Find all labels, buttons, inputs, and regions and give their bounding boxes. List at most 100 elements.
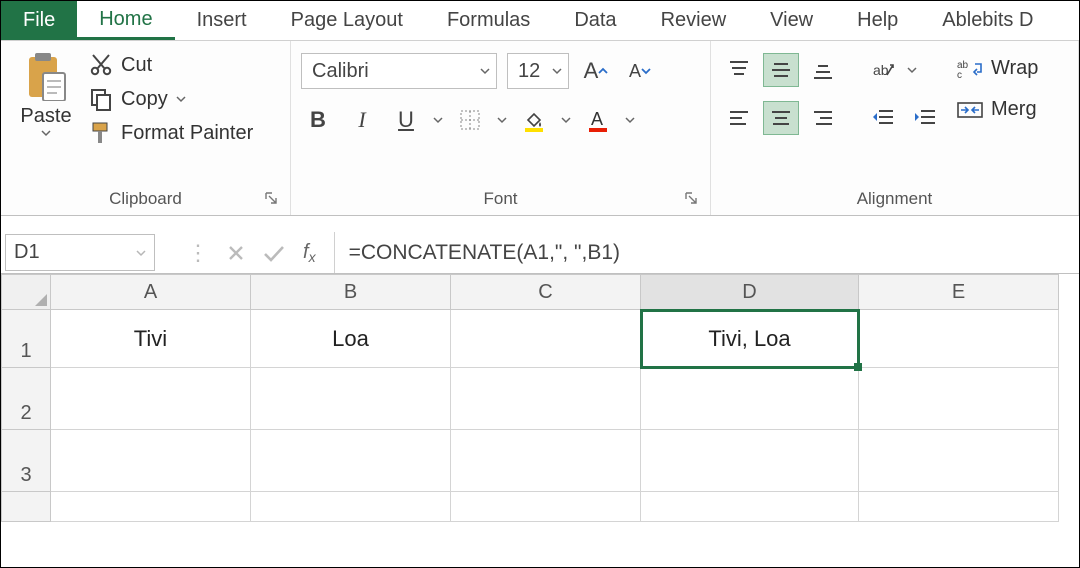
increase-font-button[interactable]: A	[579, 54, 613, 88]
cell-e2[interactable]	[859, 368, 1059, 430]
cell-d4[interactable]	[641, 492, 859, 522]
cell-a3[interactable]	[51, 430, 251, 492]
cut-label: Cut	[121, 54, 152, 77]
fill-color-button[interactable]	[517, 103, 551, 137]
clipboard-group-text: Clipboard	[109, 189, 182, 208]
formula-bar-input[interactable]: =CONCATENATE(A1,", ",B1)	[334, 232, 1079, 273]
tab-data[interactable]: Data	[552, 1, 638, 40]
formula-value: =CONCATENATE(A1,", ",B1)	[349, 241, 620, 265]
cell-d2[interactable]	[641, 368, 859, 430]
font-name-value: Calibri	[312, 60, 369, 83]
cell-e1[interactable]	[859, 310, 1059, 368]
decrease-font-button[interactable]: A	[623, 54, 657, 88]
row-header-2[interactable]: 2	[1, 368, 51, 430]
svg-text:c: c	[957, 70, 962, 80]
cell-c4[interactable]	[451, 492, 641, 522]
cell-a4[interactable]	[51, 492, 251, 522]
cell-d3[interactable]	[641, 430, 859, 492]
format-painter-button[interactable]: Format Painter	[89, 121, 253, 145]
fill-dropdown-icon[interactable]	[561, 115, 571, 125]
insert-function-button[interactable]: fx	[295, 241, 324, 264]
row-header-4[interactable]	[1, 492, 51, 522]
name-box[interactable]: D1	[5, 234, 155, 271]
name-box-dropdown-icon[interactable]	[136, 248, 146, 258]
cell-c2[interactable]	[451, 368, 641, 430]
tab-formulas[interactable]: Formulas	[425, 1, 552, 40]
cut-button[interactable]: Cut	[89, 53, 253, 77]
cell-a2[interactable]	[51, 368, 251, 430]
align-middle-button[interactable]	[763, 53, 799, 87]
decrease-indent-button[interactable]	[865, 101, 901, 135]
font-size-combo[interactable]: 12	[507, 53, 569, 89]
align-center-button[interactable]	[763, 101, 799, 135]
tab-home[interactable]: Home	[77, 1, 174, 40]
cell-b3[interactable]	[251, 430, 451, 492]
merge-icon	[957, 99, 983, 121]
formula-bar-buttons: ⋮ fx	[171, 232, 334, 273]
cancel-formula-button[interactable]	[219, 236, 253, 270]
tab-view[interactable]: View	[748, 1, 835, 40]
cell-a1[interactable]: Tivi	[51, 310, 251, 368]
col-header-d[interactable]: D	[641, 274, 859, 310]
format-painter-label: Format Painter	[121, 122, 253, 145]
col-header-e[interactable]: E	[859, 274, 1059, 310]
underline-dropdown-icon[interactable]	[433, 115, 443, 125]
underline-button[interactable]: U	[389, 103, 423, 137]
tab-ablebits[interactable]: Ablebits D	[920, 1, 1055, 40]
borders-button[interactable]	[453, 103, 487, 137]
increase-indent-button[interactable]	[907, 101, 943, 135]
select-all-corner[interactable]	[1, 274, 51, 310]
font-color-dropdown-icon[interactable]	[625, 115, 635, 125]
align-right-button[interactable]	[805, 101, 841, 135]
cell-c3[interactable]	[451, 430, 641, 492]
paste-dropdown-icon[interactable]	[41, 128, 51, 138]
tab-file[interactable]: File	[1, 1, 77, 40]
enter-formula-button[interactable]	[257, 236, 291, 270]
tab-page-layout[interactable]: Page Layout	[269, 1, 425, 40]
copy-button[interactable]: Copy	[89, 87, 253, 111]
borders-dropdown-icon[interactable]	[497, 115, 507, 125]
tab-insert[interactable]: Insert	[175, 1, 269, 40]
clipboard-dialog-launcher-icon[interactable]	[264, 191, 278, 205]
font-group-label: Font	[301, 187, 700, 213]
align-top-button[interactable]	[721, 53, 757, 87]
cell-d1[interactable]: Tivi, Loa	[641, 310, 859, 368]
italic-button[interactable]: I	[345, 103, 379, 137]
wrap-text-button[interactable]: abc Wrap	[957, 57, 1038, 80]
group-clipboard: Paste Cut Copy Format Painter	[1, 41, 291, 215]
merge-label: Merg	[991, 98, 1037, 121]
font-name-combo[interactable]: Calibri	[301, 53, 497, 89]
cell-b4[interactable]	[251, 492, 451, 522]
col-header-c[interactable]: C	[451, 274, 641, 310]
tab-help[interactable]: Help	[835, 1, 920, 40]
col-header-b[interactable]: B	[251, 274, 451, 310]
cell-c1[interactable]	[451, 310, 641, 368]
copy-dropdown-icon[interactable]	[176, 94, 186, 104]
row-header-3[interactable]: 3	[1, 430, 51, 492]
font-color-button[interactable]: A	[581, 103, 615, 137]
cell-b1[interactable]: Loa	[251, 310, 451, 368]
formula-bar-row: D1 ⋮ fx =CONCATENATE(A1,", ",B1)	[1, 232, 1079, 274]
more-icon[interactable]: ⋮	[181, 236, 215, 270]
format-painter-icon	[89, 121, 113, 145]
cell-b2[interactable]	[251, 368, 451, 430]
row-header-1[interactable]: 1	[1, 310, 51, 368]
merge-center-button[interactable]: Merg	[957, 98, 1038, 121]
paste-icon	[25, 51, 67, 101]
group-font: Calibri 12 A A B I U	[291, 41, 711, 215]
tab-review[interactable]: Review	[639, 1, 749, 40]
name-box-value: D1	[14, 241, 40, 264]
cell-e4[interactable]	[859, 492, 1059, 522]
copy-label: Copy	[121, 88, 168, 111]
orientation-button[interactable]: ab	[865, 53, 901, 87]
align-bottom-button[interactable]	[805, 53, 841, 87]
col-header-a[interactable]: A	[51, 274, 251, 310]
align-left-button[interactable]	[721, 101, 757, 135]
paste-button[interactable]: Paste	[11, 47, 81, 138]
copy-icon	[89, 87, 113, 111]
alignment-group-label: Alignment	[721, 187, 1068, 213]
font-dialog-launcher-icon[interactable]	[684, 191, 698, 205]
orientation-dropdown-icon[interactable]	[907, 65, 917, 75]
bold-button[interactable]: B	[301, 103, 335, 137]
cell-e3[interactable]	[859, 430, 1059, 492]
